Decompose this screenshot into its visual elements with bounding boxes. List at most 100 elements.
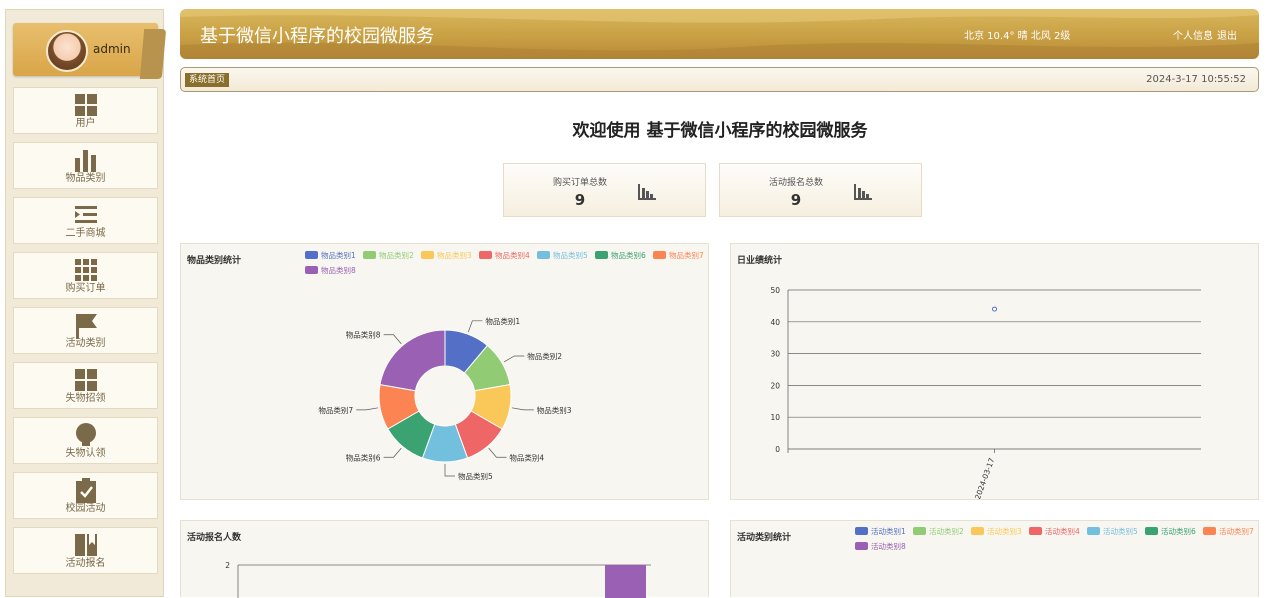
daily-chart: 0 10 20 30 40 50 2024-03-17 xyxy=(770,286,1201,499)
legend-label: 活动类别6 xyxy=(1161,526,1196,536)
pie-slice xyxy=(379,329,446,392)
legend-label: 物品类别8 xyxy=(321,265,356,275)
pie-label-line xyxy=(383,447,402,458)
sidebar: admin 用户 物品类别 二手商城 购买订单 活动类别 失物招领 失物认领 校… xyxy=(5,9,167,597)
pie-label-line xyxy=(444,464,455,477)
profile-card[interactable]: admin xyxy=(13,23,167,79)
y-tick-label: 10 xyxy=(770,413,780,422)
legend-swatch xyxy=(913,527,926,535)
y-tick-label: 2 xyxy=(225,561,230,570)
stat-label: 购买订单总数 xyxy=(552,178,607,188)
logout-link[interactable]: 退出 xyxy=(1217,27,1237,42)
legend-swatch xyxy=(305,251,318,259)
bar xyxy=(605,565,646,598)
sidebar-item-label: 二手商城 xyxy=(65,228,106,239)
legend-swatch xyxy=(363,251,376,259)
stat-value: 9 xyxy=(790,191,802,209)
category-pie-chart: 物品类别1 物品类别2 物品类别3 物品类别4 物品类别5 物品类别6 物品类别7 物品类别8… xyxy=(305,250,704,481)
legend-label: 活动类别1 xyxy=(871,526,906,536)
legend-swatch xyxy=(479,251,492,259)
y-tick-label: 40 xyxy=(770,318,780,327)
y-tick-label: 0 xyxy=(775,445,780,454)
pie-label-line xyxy=(467,320,483,333)
legend-label: 物品类别1 xyxy=(321,250,356,260)
legend-swatch xyxy=(1087,527,1100,535)
sidebar-item-label: 活动类别 xyxy=(65,338,106,349)
sidebar-item-lost-found[interactable]: 失物招领 xyxy=(13,362,158,409)
breadcrumb-home[interactable]: 系统首页 xyxy=(185,73,230,87)
legend-label: 物品类别6 xyxy=(611,250,646,260)
pie-label: 物品类别7 xyxy=(318,405,353,415)
legend-label: 物品类别5 xyxy=(553,250,588,260)
sidebar-item-lost-claim[interactable]: 失物认领 xyxy=(13,417,158,464)
sidebar-item-activity-signup[interactable]: 活动报名 xyxy=(13,527,158,574)
pie-label: 物品类别2 xyxy=(527,351,562,361)
profile-link[interactable]: 个人信息 xyxy=(1173,27,1213,42)
bar-chart-icon xyxy=(854,184,872,200)
y-tick-label: 50 xyxy=(770,286,780,295)
stat-label: 活动报名总数 xyxy=(768,178,823,188)
panel-signup-stats: 活动报名人数 2 xyxy=(180,520,709,598)
sidebar-item-label: 活动报名 xyxy=(65,558,106,569)
legend-label: 物品类别7 xyxy=(669,250,704,260)
legend-swatch xyxy=(1203,527,1216,535)
pie-label-line xyxy=(383,334,402,345)
y-tick-label: 30 xyxy=(770,350,780,359)
legend-swatch xyxy=(653,251,666,259)
legend-label: 活动类别2 xyxy=(929,526,964,536)
pie-label: 物品类别4 xyxy=(509,452,544,462)
sidebar-item-item-category[interactable]: 物品类别 xyxy=(13,142,158,189)
legend-label: 活动类别3 xyxy=(987,526,1022,536)
legend-swatch xyxy=(971,527,984,535)
username: admin xyxy=(93,42,131,56)
legend-label: 物品类别3 xyxy=(437,250,472,260)
signup-bar-chart: 2 xyxy=(225,561,651,598)
legend-label: 活动类别5 xyxy=(1103,526,1138,536)
legend-swatch xyxy=(421,251,434,259)
sidebar-item-label: 购买订单 xyxy=(65,283,106,294)
sidebar-item-secondhand-mall[interactable]: 二手商城 xyxy=(13,197,158,244)
bar-chart-icon xyxy=(638,184,656,200)
legend-label: 物品类别2 xyxy=(379,250,414,260)
y-tick-label: 20 xyxy=(770,381,780,390)
pie-label-line xyxy=(356,407,379,411)
stat-value: 9 xyxy=(574,191,586,209)
pie-label: 物品类别8 xyxy=(346,330,381,340)
breadcrumb: 系统首页 2024-3-17 10:55:52 xyxy=(180,67,1259,92)
legend-swatch xyxy=(1029,527,1042,535)
sidebar-item-activity-category[interactable]: 活动类别 xyxy=(13,307,158,354)
profile-decoration xyxy=(139,29,167,79)
legend-swatch xyxy=(595,251,608,259)
sidebar-item-label: 物品类别 xyxy=(65,173,106,184)
legend-swatch xyxy=(537,251,550,259)
legend-label: 活动类别4 xyxy=(1045,526,1080,536)
avatar xyxy=(46,30,88,72)
legend-label: 物品类别4 xyxy=(495,250,530,260)
pie-label: 物品类别5 xyxy=(458,471,493,481)
sidebar-item-purchase-orders[interactable]: 购买订单 xyxy=(13,252,158,299)
panel-category-stats: 物品类别统计 物品类别1 物品类别2 物品类别3 物品类别4 物品类别5 物品类别6 物品类… xyxy=(180,243,709,500)
welcome-title: 欢迎使用 基于微信小程序的校园微服务 xyxy=(572,121,868,141)
sidebar-item-label: 校园活动 xyxy=(65,503,106,514)
x-tick-label: 2024-03-17 xyxy=(973,456,996,499)
pie-label-line xyxy=(488,447,507,458)
sidebar-item-campus-activity[interactable]: 校园活动 xyxy=(13,472,158,519)
pie-label: 物品类别3 xyxy=(537,405,572,415)
current-datetime: 2024-3-17 10:55:52 xyxy=(1146,74,1246,85)
pie-label-line xyxy=(503,355,525,363)
stat-card-signups: 活动报名总数 9 xyxy=(719,163,922,217)
activity-pie-chart: 活动类别1 活动类别2 活动类别3 活动类别4 活动类别5 活动类别6 活动类别7 活动类别8 xyxy=(855,526,1254,551)
legend-swatch xyxy=(305,266,318,274)
weather-info: 北京 10.4° 晴 北风 2级 xyxy=(964,31,1071,42)
pie-label: 物品类别6 xyxy=(346,452,381,462)
sidebar-item-label: 失物招领 xyxy=(65,393,106,404)
sidebar-item-label: 失物认领 xyxy=(65,448,106,459)
top-header: 基于微信小程序的校园微服务 北京 10.4° 晴 北风 2级 个人信息 退出 xyxy=(180,9,1259,59)
data-point xyxy=(992,306,997,312)
pie-label-line xyxy=(511,407,534,411)
legend-label: 活动类别8 xyxy=(871,541,906,551)
legend-swatch xyxy=(1145,527,1158,535)
pie-label: 物品类别1 xyxy=(485,316,520,326)
legend-swatch xyxy=(855,527,868,535)
legend-swatch xyxy=(855,542,868,550)
